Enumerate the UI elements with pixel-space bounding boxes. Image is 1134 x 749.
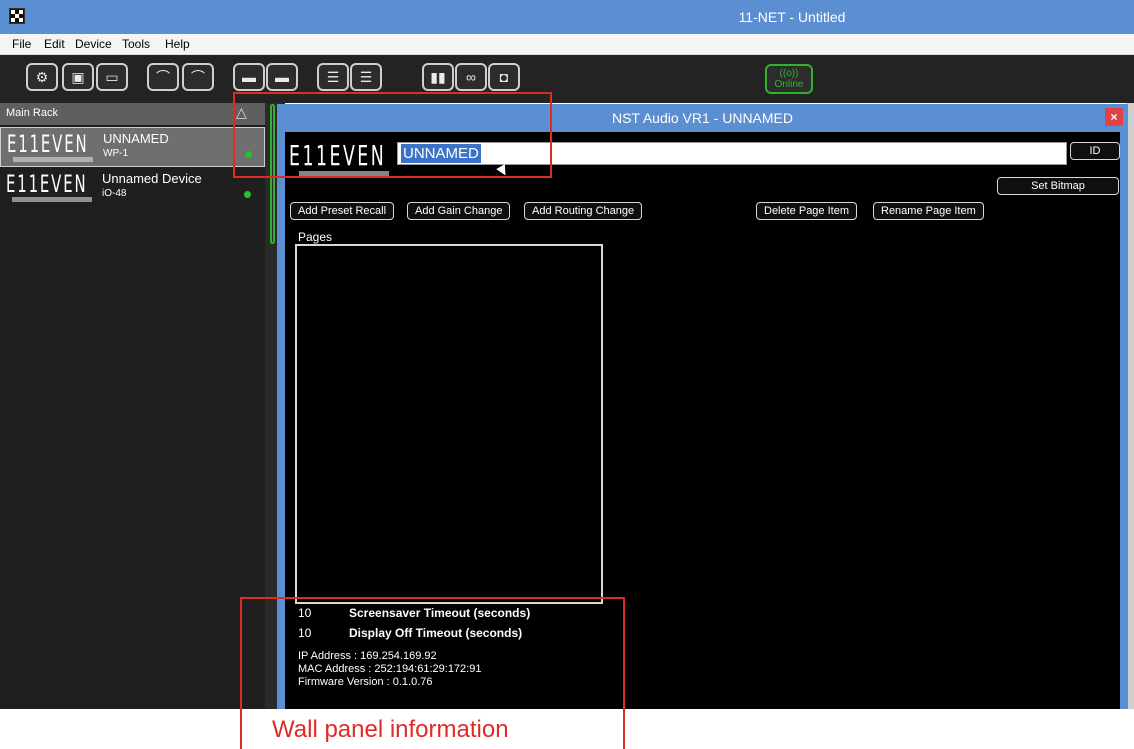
- device-name: Unnamed Device: [102, 171, 202, 186]
- device-model: iO-48: [102, 188, 127, 199]
- undo-icon[interactable]: ⌒: [147, 63, 179, 91]
- meters-icon[interactable]: ▮▮: [422, 63, 454, 91]
- main-rack-panel: Main Rack △ E11EVEN UNNAMED WP-1 E11EVEN…: [0, 103, 265, 709]
- settings-gear-icon[interactable]: ⚙: [26, 63, 58, 91]
- link-icon[interactable]: ∞: [455, 63, 487, 91]
- device-logo: E11EVEN: [6, 170, 88, 198]
- list-icon[interactable]: ☰: [350, 63, 382, 91]
- rack-header-label: Main Rack: [6, 107, 58, 119]
- menu-file[interactable]: File: [12, 37, 31, 51]
- status-dot-icon: [244, 191, 251, 198]
- rack-device-wp1[interactable]: E11EVEN UNNAMED WP-1: [0, 127, 265, 167]
- toolbar: ⚙ ▣ ▭ ⌒ ⌒ ▬ ▬ ☰ ☰ ▮▮ ∞ ◘ ((o)) Online: [0, 55, 1134, 103]
- online-button[interactable]: ((o)) Online: [765, 64, 813, 94]
- set-bitmap-button[interactable]: Set Bitmap: [997, 177, 1119, 195]
- camera-icon[interactable]: ◘: [488, 63, 520, 91]
- menu-device[interactable]: Device: [75, 37, 112, 51]
- device-logo-sub: [13, 157, 93, 162]
- rename-page-item-button[interactable]: Rename Page Item: [873, 202, 984, 220]
- menu-tools[interactable]: Tools: [122, 37, 150, 51]
- menu-bar: File Edit Device Tools Help: [0, 34, 1134, 55]
- close-icon[interactable]: ×: [1105, 108, 1123, 126]
- add-gain-change-button[interactable]: Add Gain Change: [407, 202, 511, 220]
- redo-icon[interactable]: ⌒: [182, 63, 214, 91]
- delete-page-item-button[interactable]: Delete Page Item: [756, 202, 857, 220]
- add-routing-change-button[interactable]: Add Routing Change: [524, 202, 643, 220]
- add-list-icon[interactable]: ☰: [317, 63, 349, 91]
- device-logo: E11EVEN: [7, 130, 89, 158]
- window-title: 11-NET - Untitled: [738, 9, 846, 25]
- title-bar: 11-NET - Untitled: [0, 0, 1134, 34]
- id-button[interactable]: ID: [1070, 142, 1120, 160]
- device-name: UNNAMED: [103, 131, 169, 146]
- menu-edit[interactable]: Edit: [44, 37, 65, 51]
- online-signal-icon: ((o)): [779, 68, 799, 79]
- add-preset-recall-button[interactable]: Add Preset Recall: [290, 202, 395, 220]
- save-icon[interactable]: ▣: [62, 63, 94, 91]
- annotation-label: Wall panel information: [272, 716, 509, 743]
- rack-header: Main Rack △: [0, 103, 265, 125]
- rack-device-io48[interactable]: E11EVEN Unnamed Device iO-48: [0, 168, 265, 208]
- remove-device-icon[interactable]: ▬: [266, 63, 298, 91]
- pages-label: Pages: [298, 230, 333, 244]
- add-device-icon[interactable]: ▬: [233, 63, 265, 91]
- online-label: Online: [774, 79, 804, 90]
- menu-help[interactable]: Help: [165, 37, 190, 51]
- open-folder-icon[interactable]: ▭: [96, 63, 128, 91]
- annotation-box-name: [233, 92, 552, 178]
- device-model: WP-1: [103, 148, 128, 159]
- pages-list[interactable]: [295, 244, 603, 604]
- device-logo-sub: [12, 197, 92, 202]
